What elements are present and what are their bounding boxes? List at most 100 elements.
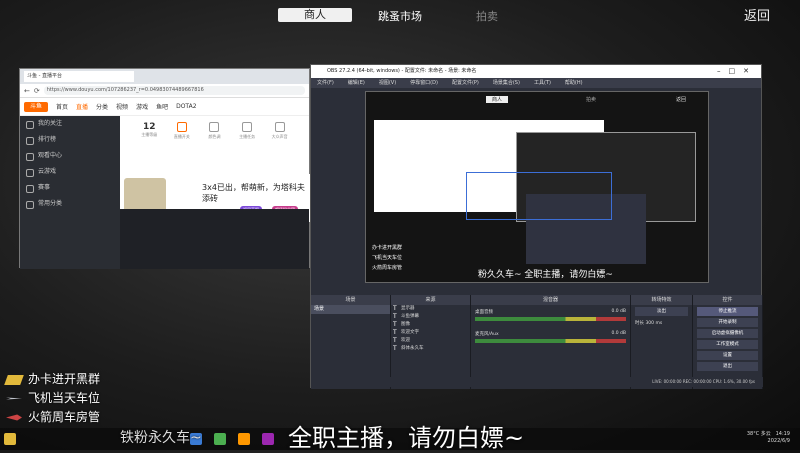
menu-item[interactable]: 编辑(E) [348, 78, 365, 88]
scenes-panel: 场景 场景 [311, 295, 391, 389]
address-bar: ← ⟳ https://www.douyu.com/107286237_r=0.… [20, 84, 309, 98]
obs-menubar: 文件(F) 编辑(E) 视图(V) 停靠窗口(D) 配置文件(P) 场景集合(S… [311, 78, 761, 88]
exit-button[interactable]: 退出 [697, 362, 758, 371]
stat-live[interactable]: 直播开关 [171, 122, 194, 140]
task-icon [242, 122, 253, 132]
volume-meter[interactable] [475, 339, 626, 343]
stat-color[interactable]: 颜色调 [203, 122, 226, 140]
start-record-button[interactable]: 开始录制 [697, 318, 758, 327]
live-title: 3x4已出，帮萌新，为塔科夫添砖 [202, 183, 305, 203]
nav-item[interactable]: 分类 [96, 102, 108, 111]
app-icon[interactable] [214, 433, 226, 445]
sources-panel: 来源 显示器 斗鱼弹幕 图像 欢迎文字 欢迎 斜体永久车 [391, 295, 471, 389]
browser-tab[interactable]: 斗鱼 - 直播平台 [24, 71, 134, 82]
nav-item[interactable]: DOTA2 [176, 103, 196, 110]
preview-overlay-line: 火箭周车房管 [372, 265, 403, 271]
douyu-logo[interactable]: 斗鱼 [24, 101, 48, 112]
menu-item[interactable]: 场景集合(S) [493, 78, 520, 88]
wave-icon [209, 122, 220, 132]
studio-mode-button[interactable]: 工作室模式 [697, 340, 758, 349]
nav-item-active[interactable]: 直播 [76, 102, 88, 111]
back-button[interactable]: 返回 [744, 5, 770, 24]
preview-tab: 商人 [486, 96, 509, 103]
app-icon[interactable] [4, 433, 16, 445]
transition-duration[interactable]: 时长 300 ms [635, 320, 688, 326]
voice-icon [274, 122, 285, 132]
source-item[interactable]: 显示器 [391, 305, 470, 313]
source-item[interactable]: 斜体永久车 [391, 345, 470, 353]
volume-meter[interactable] [475, 317, 626, 321]
nav-item[interactable]: 首页 [56, 102, 68, 111]
menu-item[interactable]: 配置文件(P) [452, 78, 479, 88]
nav-item[interactable]: 视频 [116, 102, 128, 111]
browser-window: 斗鱼 - 直播平台 ← ⟳ https://www.douyu.com/1072… [19, 68, 310, 269]
obs-preview[interactable]: 商人 拍卖 返回 办卡进开黑群 飞机当天车位 火箭周车房管 粉久久车~ 全职主播… [365, 91, 709, 283]
app-icon[interactable] [238, 433, 250, 445]
clock-time: 14:19 [775, 431, 790, 437]
live-icon [176, 122, 187, 132]
reload-icon[interactable]: ⟳ [34, 87, 40, 95]
preview-overlay-line: 办卡进开黑群 [372, 245, 403, 251]
overlay-line: 办卡进开黑群 [4, 370, 100, 387]
overlay-line: 飞机当天车位 [6, 389, 100, 406]
preview-overlay-line: 飞机当天车位 [372, 255, 403, 261]
virtual-camera-button[interactable]: 启动虚拟摄像机 [697, 329, 758, 338]
obs-statusbar: LIVE: 00:00:00 REC: 00:00:00 CPU: 1.6%, … [311, 377, 763, 387]
menu-item[interactable]: 停靠窗口(D) [410, 78, 438, 88]
back-arrow-icon[interactable]: ← [24, 87, 30, 95]
url-field[interactable]: https://www.douyu.com/107286237_r=0.0498… [43, 86, 305, 95]
settings-button[interactable]: 设置 [697, 351, 758, 360]
source-item[interactable]: 欢迎 [391, 337, 470, 345]
app-icon[interactable] [262, 433, 274, 445]
obs-titlebar: OBS 27.2.4 (64-bit, windows) - 配置文件: 未命名… [311, 65, 761, 78]
card-icon [4, 374, 24, 385]
sidebar-item[interactable]: 赛事 [20, 180, 120, 196]
stat-level[interactable]: 12 主播等级 [138, 122, 161, 140]
nav-item[interactable]: 游戏 [136, 102, 148, 111]
overlay-caption-partial: 铁粉永久车~ [120, 430, 202, 446]
sidebar-item[interactable]: 我的关注 [20, 116, 120, 132]
mixer-track[interactable]: 麦克风/Aux 0.0 dB [475, 331, 626, 343]
rocket-icon [6, 414, 22, 421]
menu-item[interactable]: 帮助(H) [565, 78, 583, 88]
weather: 38°C 多云 [746, 431, 771, 437]
menu-item[interactable]: 视图(V) [379, 78, 396, 88]
window-controls-icon[interactable]: –□✕ [717, 65, 757, 78]
plane-icon [6, 397, 22, 400]
mixer-track[interactable]: 桌面音频 0.0 dB [475, 309, 626, 321]
nav-item[interactable]: 鱼吧 [156, 102, 168, 111]
sidebar-item[interactable]: 常用分类 [20, 196, 120, 212]
site-nav: 斗鱼 首页 直播 分类 视频 游戏 鱼吧 DOTA2 [20, 98, 309, 116]
browser-tabbar: 斗鱼 - 直播平台 [20, 69, 309, 84]
controls-panel: 控件 停止推流 开始录制 启动虚拟摄像机 工作室模式 设置 退出 [693, 295, 763, 389]
stop-stream-button[interactable]: 停止推流 [697, 307, 758, 316]
sidebar-item[interactable]: 排行榜 [20, 132, 120, 148]
menu-item[interactable]: 文件(F) [317, 78, 334, 88]
scene-item[interactable]: 场景 [311, 305, 390, 314]
preview-tab: 拍卖 [586, 97, 597, 103]
preview-caption: 粉久久车~ 全职主播，请勿白嫖~ [478, 270, 613, 280]
stat-voice[interactable]: 大众声音 [268, 122, 291, 140]
source-selection-box[interactable] [466, 172, 612, 220]
preview-tab: 返回 [676, 97, 687, 103]
mixer-panel: 混音器 桌面音频 0.0 dB 麦克风/Aux 0.0 dB [471, 295, 631, 389]
source-item[interactable]: 欢迎文字 [391, 329, 470, 337]
top-menu-bar: 商人 跳蚤市场 拍卖 返回 [0, 0, 800, 28]
sidebar-item[interactable]: 观看中心 [20, 148, 120, 164]
tab-flea-market[interactable]: 跳蚤市场 [378, 8, 422, 24]
transition-select[interactable]: 淡出 [635, 307, 688, 316]
source-item[interactable]: 图像 [391, 321, 470, 329]
transitions-panel: 转场特效 淡出 时长 300 ms [631, 295, 693, 389]
clock-date: 2022/6/9 [767, 438, 790, 444]
obs-dock-panels: 场景 场景 来源 显示器 斗鱼弹幕 图像 欢迎文字 欢迎 斜体永久车 混音器 桌… [311, 295, 763, 389]
sidebar-item[interactable]: 云游戏 [20, 164, 120, 180]
menu-item[interactable]: 工具(T) [534, 78, 551, 88]
tab-merchant[interactable]: 商人 [278, 8, 352, 22]
obs-window: OBS 27.2.4 (64-bit, windows) - 配置文件: 未命名… [310, 64, 763, 389]
source-item[interactable]: 斗鱼弹幕 [391, 313, 470, 321]
stat-task[interactable]: 主播任务 [236, 122, 259, 140]
overlay-caption: 全职主播，请勿白嫖~ [288, 424, 525, 452]
tab-auction[interactable]: 拍卖 [476, 8, 498, 24]
system-tray[interactable]: 38°C 多云 14:19 2022/6/9 [747, 431, 790, 445]
anchor-stats: 12 主播等级 直播开关 颜色调 主播任务 大众声音 [120, 116, 309, 146]
